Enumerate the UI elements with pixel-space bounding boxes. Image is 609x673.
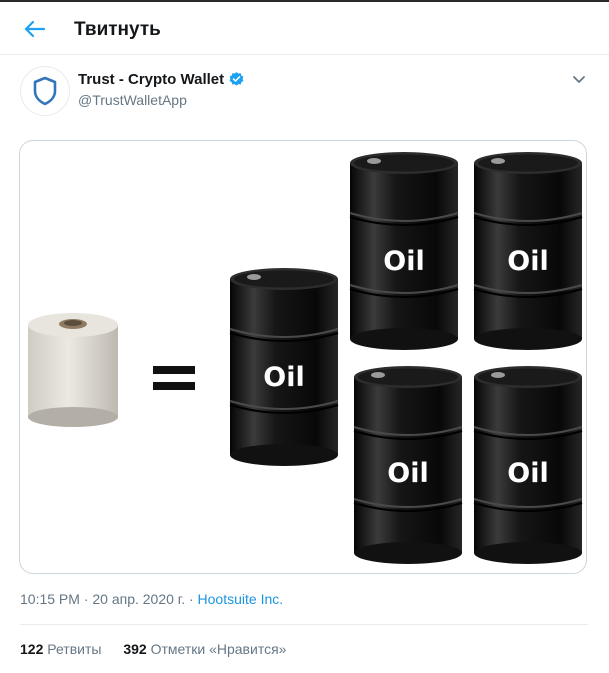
author-name-row[interactable]: Trust - Crypto Wallet: [78, 71, 245, 88]
oil-barrel: Oil: [473, 151, 583, 351]
likes-stat[interactable]: 392 Отметки «Нравится»: [123, 641, 286, 657]
barrel-label: Oil: [507, 246, 548, 277]
tweet-stats: 122 Ретвиты 392 Отметки «Нравится»: [20, 641, 304, 657]
retweets-label: Ретвиты: [47, 641, 102, 657]
chevron-down-icon[interactable]: [570, 70, 588, 88]
page-title: Твитнуть: [74, 19, 161, 40]
author-handle[interactable]: @TrustWalletApp: [78, 92, 187, 108]
back-button[interactable]: [18, 14, 52, 44]
barrel-label: Oil: [383, 246, 424, 277]
barrel-label: Oil: [263, 362, 304, 393]
author-name[interactable]: Trust - Crypto Wallet: [78, 71, 224, 88]
retweets-stat[interactable]: 122 Ретвиты: [20, 641, 101, 657]
tweet-source-link[interactable]: Hootsuite Inc.: [198, 591, 284, 607]
oil-barrel: Oil: [473, 365, 583, 565]
tweet-author: Trust - Crypto Wallet @TrustWalletApp: [20, 66, 590, 122]
shield-icon: [33, 76, 57, 106]
arrow-left-icon: [24, 20, 46, 38]
likes-label: Отметки «Нравится»: [150, 641, 287, 657]
barrel-label: Oil: [507, 458, 548, 489]
oil-barrel: Oil: [349, 151, 459, 351]
divider: [20, 624, 588, 625]
retweets-count: 122: [20, 641, 44, 657]
oil-barrel: Oil: [229, 267, 339, 467]
tweet-image[interactable]: Oil Oil Oil Oil Oil: [19, 140, 587, 574]
equals-sign: [153, 366, 195, 390]
avatar[interactable]: [20, 66, 70, 116]
barrel-label: Oil: [387, 458, 428, 489]
verified-badge-icon: [229, 72, 244, 86]
toilet-paper-roll: [28, 313, 118, 427]
tweet-meta: 10:15 PM · 20 апр. 2020 г. · Hootsuite I…: [20, 591, 283, 607]
oil-barrel: Oil: [353, 365, 463, 565]
page-header: Твитнуть: [0, 2, 609, 55]
toilet-paper-vs-oil-image: Oil Oil Oil Oil Oil: [28, 151, 583, 565]
likes-count: 392: [123, 641, 147, 657]
tweet-timestamp[interactable]: 10:15 PM · 20 апр. 2020 г. ·: [20, 591, 198, 607]
